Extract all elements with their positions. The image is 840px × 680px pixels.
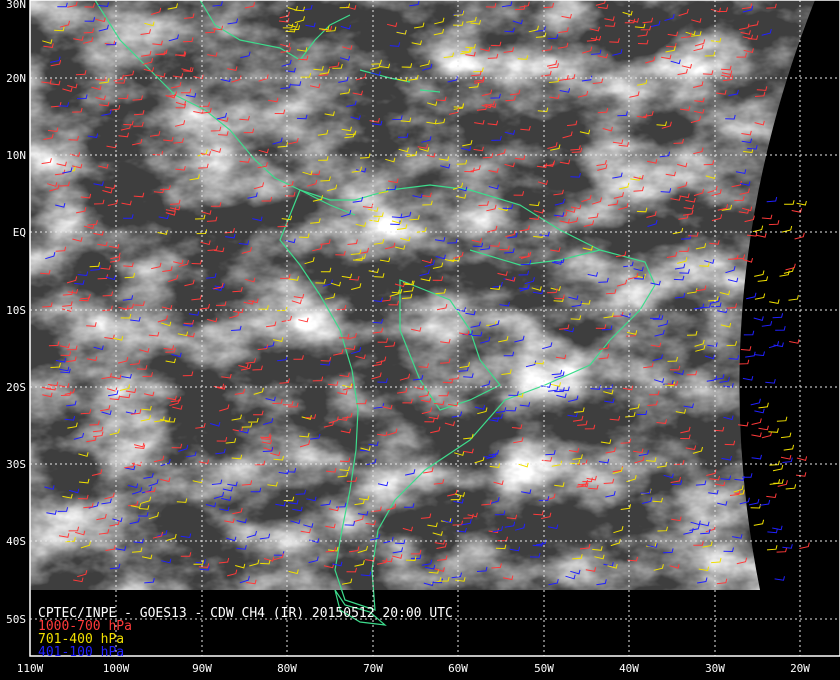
longitude-label: 70W bbox=[363, 662, 383, 675]
latitude-label: 20S bbox=[6, 381, 26, 394]
longitude-label: 110W bbox=[17, 662, 44, 675]
longitude-label: 30W bbox=[705, 662, 725, 675]
latitude-label: 50S bbox=[6, 613, 26, 626]
longitude-label: 90W bbox=[192, 662, 212, 675]
longitude-label: 60W bbox=[448, 662, 468, 675]
legend-high-level: 401-100 hPa bbox=[38, 645, 124, 660]
latitude-label: 30S bbox=[6, 458, 26, 471]
longitude-label: 20W bbox=[790, 662, 810, 675]
latitude-label: 10S bbox=[6, 304, 26, 317]
longitude-label: 80W bbox=[277, 662, 297, 675]
latitude-label: EQ bbox=[13, 226, 26, 239]
latitude-label: 20N bbox=[6, 72, 26, 85]
latitude-label: 40S bbox=[6, 535, 26, 548]
longitude-label: 50W bbox=[534, 662, 554, 675]
latitude-label: 10N bbox=[6, 149, 26, 162]
satellite-wind-map: 30N 20N 10N EQ 10S 20S 30S 40S 50S 110W 100W 90W 80… bbox=[0, 0, 840, 680]
longitude-label: 100W bbox=[103, 662, 130, 675]
latitude-label: 30N bbox=[6, 0, 26, 11]
longitude-label: 40W bbox=[619, 662, 639, 675]
